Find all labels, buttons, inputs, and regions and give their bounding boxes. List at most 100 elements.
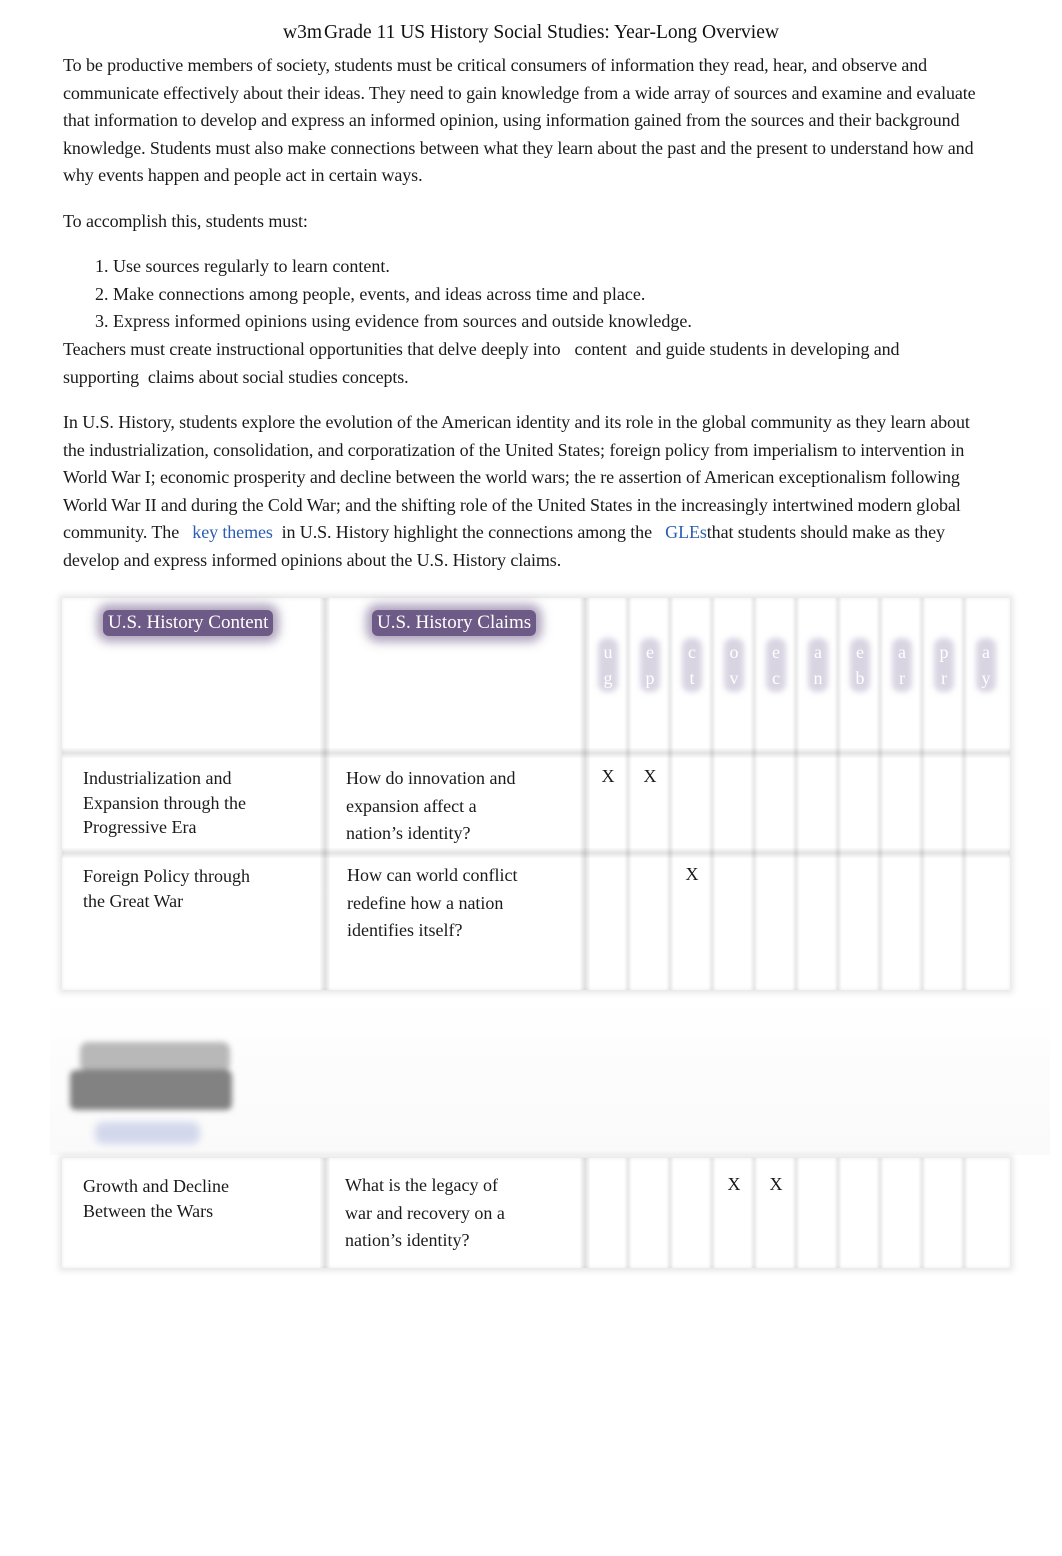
month-column-divider <box>876 598 884 990</box>
month-letter: n <box>813 668 823 688</box>
logo-subtext <box>95 1122 200 1144</box>
month-header-nov: Nov <box>722 612 746 692</box>
month-letter: y <box>981 668 991 688</box>
page-title: w3m Grade 11 US History Social Studies: Y… <box>0 22 1062 44</box>
intro-paragraph-3: Teachers must create instructional oppor… <box>63 336 978 391</box>
month-column-divider <box>792 1158 800 1268</box>
month-letter: g <box>603 668 613 688</box>
list-item: 2. Make connections among people, events… <box>95 283 646 304</box>
month-letter: O <box>685 615 699 635</box>
month-letter: M <box>977 615 994 635</box>
month-column-divider <box>624 1158 632 1268</box>
schedule-mark-dec: X <box>769 1174 783 1194</box>
paragraph-text: Teachers must create instructional oppor… <box>63 339 561 359</box>
claim-cell: What is the legacy of war and recovery o… <box>345 1175 505 1250</box>
month-letter: e <box>856 641 864 662</box>
month-letter: r <box>941 668 947 688</box>
month-header-oct: Oct <box>680 612 704 692</box>
month-letter: p <box>645 668 655 688</box>
month-column-divider <box>918 1158 926 1268</box>
intro-paragraph-4: In U.S. History, students explore the ev… <box>63 409 978 574</box>
month-column-divider <box>750 598 758 990</box>
column-divider <box>580 1158 590 1268</box>
month-header-aug: Aug <box>596 612 620 692</box>
month-header-jan: Jan <box>806 612 830 692</box>
month-column-divider <box>750 1158 758 1268</box>
month-column-divider <box>666 1158 674 1268</box>
skills-list: 1. Use sources regularly to learn conten… <box>95 253 692 336</box>
month-letter: p <box>939 641 949 662</box>
month-letter: e <box>646 641 654 662</box>
month-letter: D <box>769 615 783 635</box>
month-letter: A <box>937 615 951 635</box>
month-letter: F <box>854 615 865 635</box>
claim-cell: How can world conflict redefine how a na… <box>347 865 518 940</box>
month-letter: b <box>855 668 865 688</box>
month-column-divider <box>708 598 716 990</box>
intro-paragraph-2: To accomplish this, students must: <box>63 211 308 231</box>
header-claims: U.S. History Claims <box>372 610 537 636</box>
key-themes-link[interactable]: key themes <box>192 522 273 542</box>
month-letter: a <box>898 641 906 662</box>
month-letter: t <box>689 668 695 688</box>
month-letter: A <box>601 615 615 635</box>
row-divider <box>62 848 1010 858</box>
month-letter: v <box>729 668 739 688</box>
logo-icon <box>70 1040 235 1118</box>
header-content: U.S. History Content <box>103 610 274 636</box>
column-divider <box>320 598 330 990</box>
overview-table-continued: Growth and Decline Between the Wars What… <box>62 1158 1010 1268</box>
month-column-divider <box>960 598 968 990</box>
content-cell: Growth and Decline Between the Wars <box>83 1176 229 1221</box>
month-header-may: May <box>974 612 998 692</box>
month-column-divider <box>666 598 674 990</box>
column-divider <box>320 1158 330 1268</box>
claim-cell: How do innovation and expansion affect a… <box>346 768 516 843</box>
overview-table: U.S. History Content U.S. History Claims… <box>62 598 1010 990</box>
paragraph-text: about social studies concepts. <box>198 366 409 387</box>
month-letter: M <box>893 615 910 635</box>
schedule-mark-aug: X <box>601 766 615 786</box>
content-cell: Foreign Policy through the Great War <box>83 866 250 911</box>
schedule-mark-nov: X <box>727 1174 741 1194</box>
month-header-sept: Sept <box>638 612 662 718</box>
month-letter: t <box>647 694 653 715</box>
paragraph-text: in U.S. History highlight the connection… <box>281 522 652 542</box>
month-header-mar: Mar <box>890 612 914 692</box>
month-letter: a <box>814 641 822 662</box>
month-header-feb: Feb <box>848 612 872 692</box>
title-prefix: w3m <box>283 22 323 43</box>
month-column-divider <box>918 598 926 990</box>
month-letter: S <box>644 615 655 635</box>
month-column-divider <box>834 1158 842 1268</box>
term-claims: claims <box>147 366 195 387</box>
month-column-divider <box>960 1158 968 1268</box>
gles-link[interactable]: GLEs <box>665 522 707 542</box>
month-column-divider <box>834 598 842 990</box>
month-column-divider <box>876 1158 884 1268</box>
month-column-divider <box>792 598 800 990</box>
row-divider <box>62 748 1010 758</box>
month-letter: N <box>727 615 741 635</box>
month-letter: c <box>772 668 780 688</box>
column-divider <box>580 598 590 990</box>
month-letter: o <box>729 641 739 662</box>
month-letter: a <box>982 641 990 662</box>
list-item: 3. Express informed opinions using evide… <box>95 311 692 331</box>
schedule-mark-oct: X <box>685 864 699 884</box>
list-item: 1. Use sources regularly to learn conten… <box>95 256 390 276</box>
month-column-divider <box>624 598 632 990</box>
schedule-mark-sept: X <box>643 766 657 786</box>
content-cell: Industrialization and Expansion through … <box>83 768 246 837</box>
title-text: Grade 11 US History Social Studies: Year… <box>324 22 779 43</box>
month-column-divider <box>708 1158 716 1268</box>
month-letter: u <box>603 641 613 662</box>
month-header-apr: Apr <box>932 612 956 692</box>
month-letter: J <box>814 615 822 635</box>
month-letter: r <box>899 668 905 688</box>
month-header-dec: Dec <box>764 612 788 692</box>
intro-paragraph-1: To be productive members of society, stu… <box>63 55 976 185</box>
month-letter: e <box>772 641 780 662</box>
month-letter: c <box>688 641 696 662</box>
term-content: content <box>574 339 627 359</box>
